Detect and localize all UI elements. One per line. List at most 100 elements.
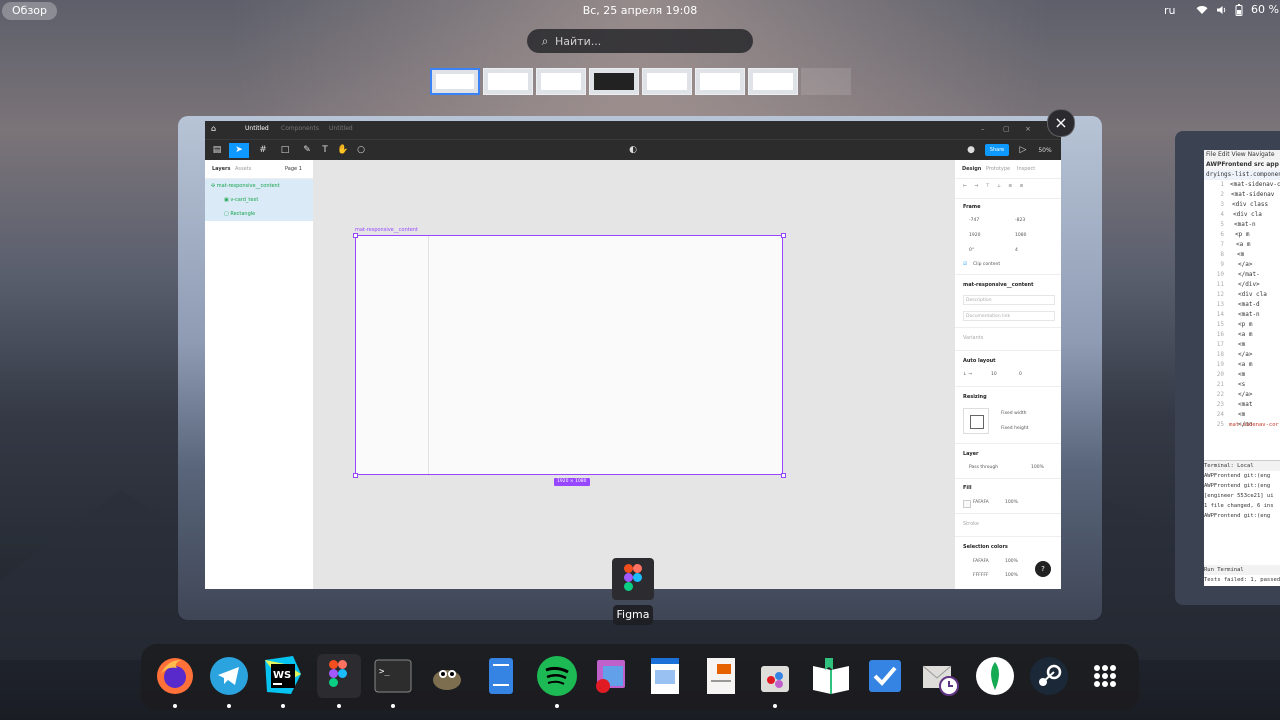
layer-item[interactable]: ▢ Rectangle <box>205 207 313 221</box>
dock-writer[interactable] <box>643 654 687 698</box>
comment-tool-icon[interactable]: ○ <box>351 143 371 158</box>
dock-software[interactable] <box>753 654 797 708</box>
window-preview-figma[interactable]: ⌂ Untitled Components Untitled – ▢ × ▤ ➤… <box>178 116 1102 620</box>
tab-inspect[interactable]: Inspect <box>1017 166 1035 172</box>
run-tabs[interactable]: Run Terminal <box>1204 565 1280 575</box>
code-line[interactable]: 19 <a m <box>1204 360 1280 370</box>
dock-mail-clock[interactable] <box>917 654 961 698</box>
workspace-4[interactable] <box>589 68 639 95</box>
code-line[interactable]: 11 </div> <box>1204 280 1280 290</box>
tab-components[interactable]: Components <box>281 125 319 132</box>
close-icon[interactable]: × <box>1025 125 1031 133</box>
clip-checkbox[interactable]: ☑ <box>963 262 967 267</box>
terminal-panel[interactable]: Terminal: Local AWPFrontend git:(eng AWPF… <box>1204 460 1280 586</box>
selection-color-opacity[interactable]: 100% <box>1005 573 1018 578</box>
code-line[interactable]: 12 <div cla <box>1204 290 1280 300</box>
code-line[interactable]: 6 <p m <box>1204 230 1280 240</box>
code-line[interactable]: 16 <a m <box>1204 330 1280 340</box>
dock-reader[interactable] <box>809 654 853 698</box>
dock-terminal[interactable]: >_ <box>371 654 415 708</box>
direction-icons[interactable]: ↓ → <box>963 372 972 377</box>
tab-untitled-2[interactable]: Untitled <box>329 125 353 132</box>
code-line[interactable]: 23 <mat <box>1204 400 1280 410</box>
tab-prototype[interactable]: Prototype <box>986 166 1010 172</box>
dock-figma[interactable] <box>317 654 361 708</box>
dock-telegram[interactable] <box>207 654 251 708</box>
workspace-6[interactable] <box>695 68 745 95</box>
workspace-5[interactable] <box>642 68 692 95</box>
dock-impress[interactable] <box>699 654 743 698</box>
selection-color-opacity[interactable]: 100% <box>1005 559 1018 564</box>
code-line[interactable]: 7 <a m <box>1204 240 1280 250</box>
selected-frame[interactable] <box>355 235 783 475</box>
text-tool-icon[interactable]: T <box>315 143 335 158</box>
dock-webstorm[interactable]: WS <box>261 654 305 708</box>
dock-steam[interactable] <box>1027 654 1071 698</box>
align-icons[interactable]: ⊢ ⊣ ⊤ ⊥ ≡ ≡ <box>963 184 1026 189</box>
window-preview-ide[interactable]: File Edit View Navigate AWPFrontend src … <box>1175 131 1280 605</box>
selection-color-hex[interactable]: FFFFFF <box>973 573 989 578</box>
code-line[interactable]: 21 <s <box>1204 380 1280 390</box>
resize-handle[interactable] <box>353 233 358 238</box>
fixed-width-dropdown[interactable]: Fixed width <box>1001 411 1027 416</box>
tab-layers[interactable]: Layers <box>212 166 231 172</box>
tab-assets[interactable]: Assets <box>235 166 251 172</box>
code-line[interactable]: 17 <m <box>1204 340 1280 350</box>
code-line[interactable]: 14 <mat-n <box>1204 310 1280 320</box>
selection-color-hex[interactable]: FAFAFA <box>973 559 989 564</box>
search-input[interactable]: ⌕ Найти... <box>527 29 753 53</box>
code-line[interactable]: 13 <mat-d <box>1204 300 1280 310</box>
tab-untitled[interactable]: Untitled <box>245 125 269 132</box>
frame-tool-icon[interactable]: # <box>253 143 273 158</box>
code-line[interactable]: 4 <div cla <box>1204 210 1280 220</box>
ide-breadcrumb[interactable]: AWPFrontend src app <box>1204 160 1280 170</box>
page-selector[interactable]: Page 1 <box>285 166 302 172</box>
resize-handle[interactable] <box>781 473 786 478</box>
terminal-tabs[interactable]: Terminal: Local <box>1204 461 1280 471</box>
ide-file-tab[interactable]: dryings-list.component <box>1204 170 1280 180</box>
width-field[interactable]: 1920 <box>969 233 980 238</box>
fill-swatch[interactable] <box>963 500 971 508</box>
blend-mode-dropdown[interactable]: Pass through <box>969 465 998 470</box>
code-line[interactable]: 22 </a> <box>1204 390 1280 400</box>
fill-hex[interactable]: FAFAFA <box>973 500 989 505</box>
workspace-2[interactable] <box>483 68 533 95</box>
dock-spotify[interactable] <box>535 654 579 708</box>
description-field[interactable]: Description <box>963 295 1055 305</box>
radius-field[interactable]: 4 <box>1015 248 1018 253</box>
dock-files[interactable] <box>479 654 523 698</box>
present-icon[interactable]: ▷ <box>1013 143 1033 158</box>
code-line[interactable]: 3 <div class <box>1204 200 1280 210</box>
home-icon[interactable]: ⌂ <box>211 125 219 133</box>
help-button[interactable]: ? <box>1035 561 1051 577</box>
minimize-icon[interactable]: – <box>981 125 985 133</box>
code-line[interactable]: 5 <mat-n <box>1204 220 1280 230</box>
maximize-icon[interactable]: ▢ <box>1003 125 1010 133</box>
workspace-1[interactable] <box>430 68 480 95</box>
code-line[interactable]: 10 </mat- <box>1204 270 1280 280</box>
sidenav-rectangle[interactable] <box>356 236 429 474</box>
dock-mongodb[interactable] <box>973 654 1017 698</box>
share-button[interactable]: Share <box>985 144 1009 156</box>
keyboard-layout[interactable]: ru <box>1164 4 1176 17</box>
code-line[interactable]: 8 <m <box>1204 250 1280 260</box>
resize-handle[interactable] <box>353 473 358 478</box>
hand-tool-icon[interactable]: ✋ <box>333 143 353 158</box>
figma-canvas[interactable]: mat-responsive__content 1920 × 1080 <box>313 160 954 589</box>
code-line[interactable]: 20 <m <box>1204 370 1280 380</box>
layer-item[interactable]: ✣ mat-responsive__content <box>205 179 313 193</box>
system-status[interactable]: 60 % <box>1196 3 1279 16</box>
resize-handle[interactable] <box>781 233 786 238</box>
padding-field[interactable]: 0 <box>1019 372 1022 377</box>
ide-menu[interactable]: File Edit View Navigate <box>1204 150 1280 160</box>
avatar[interactable]: ● <box>961 143 981 158</box>
code-line[interactable]: 2 <mat-sidenav <box>1204 190 1280 200</box>
workspace-3[interactable] <box>536 68 586 95</box>
dock-photo-editor[interactable] <box>589 654 633 698</box>
close-window-button[interactable]: × <box>1047 109 1075 137</box>
tab-design[interactable]: Design <box>962 166 981 172</box>
code-line[interactable]: 1 <mat-sidenav-co <box>1204 180 1280 190</box>
contrast-icon[interactable]: ◐ <box>623 143 643 158</box>
move-tool-icon[interactable]: ➤ <box>229 143 249 158</box>
spacing-field[interactable]: 10 <box>991 372 997 377</box>
